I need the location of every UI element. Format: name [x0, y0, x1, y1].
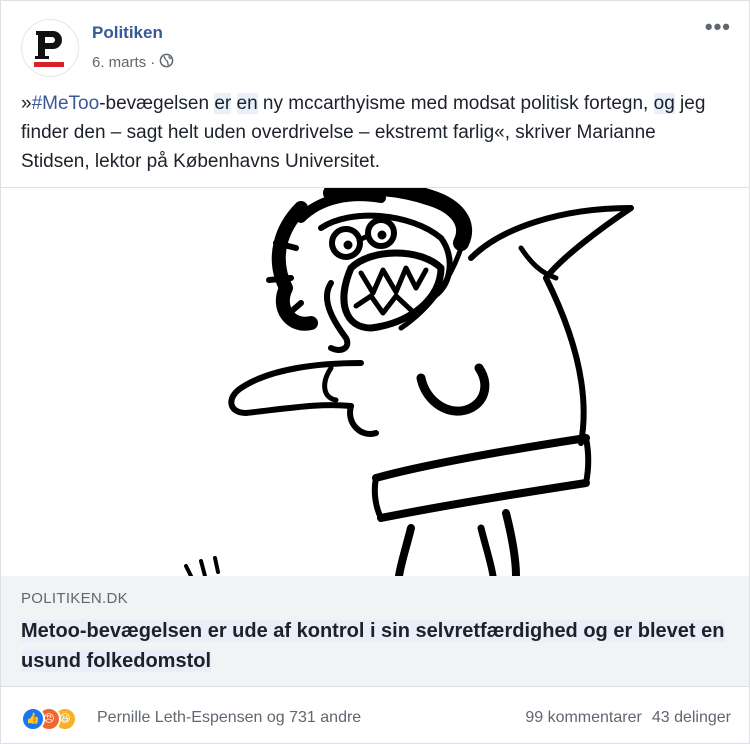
more-options-icon[interactable]: ••• [705, 16, 731, 38]
page-name[interactable]: Politiken [92, 23, 163, 43]
link-domain: POLITIKEN.DK [21, 590, 128, 607]
highlighted-word: og [653, 93, 675, 114]
link-title[interactable]: Metoo-bevægelsen er ude af kontrol i sin… [21, 616, 731, 676]
post-text-segment: -bevægelsen [99, 93, 215, 114]
comments-count[interactable]: 99 kommentarer [525, 709, 642, 727]
cartoon-illustration [184, 188, 634, 576]
open-quote: » [21, 93, 32, 114]
link-image[interactable] [1, 187, 749, 577]
politiken-logo [34, 31, 64, 67]
reaction-icons[interactable]: 👍 😠 😆 [21, 707, 91, 731]
post-date[interactable]: 6. marts [92, 54, 146, 71]
post-text: »#MeToo-bevægelsen er en ny mccarthyisme… [21, 89, 721, 176]
post-text-segment [231, 93, 236, 114]
post-header: Politiken 6. marts · ••• [21, 16, 731, 77]
highlighted-word: en [236, 93, 258, 114]
meta-separator: · [150, 54, 156, 71]
hashtag-link[interactable]: #MeToo [32, 93, 100, 114]
engagement-counts: 99 kommentarer 43 delinger [525, 709, 731, 727]
link-preview[interactable]: POLITIKEN.DK Metoo-bevægelsen er ude af … [1, 576, 749, 687]
globe-icon [159, 53, 174, 72]
page-avatar[interactable] [21, 19, 79, 77]
post-card: Politiken 6. marts · ••• »#MeToo-bevægel… [0, 0, 750, 744]
post-footer: 👍 😠 😆 Pernille Leth-Espensen og 731 andr… [21, 701, 731, 735]
link-title-text[interactable]: Metoo-bevægelsen er ude af kontrol i sin… [21, 620, 725, 672]
shares-count[interactable]: 43 delinger [652, 709, 731, 727]
post-text-segment: ny mccarthyisme med modsat politisk fort… [257, 93, 654, 114]
like-icon: 👍 [21, 707, 45, 731]
post-meta: 6. marts · [92, 53, 174, 72]
reaction-summary[interactable]: Pernille Leth-Espensen og 731 andre [97, 709, 361, 727]
highlighted-word: er [214, 93, 232, 114]
